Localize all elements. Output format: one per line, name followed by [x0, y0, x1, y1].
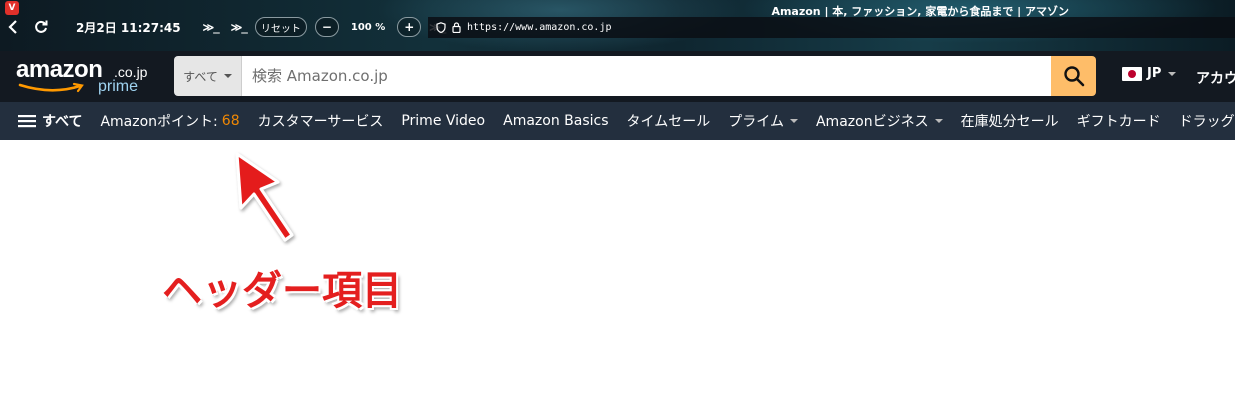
search-button[interactable] [1051, 56, 1096, 96]
nav-item-business[interactable]: Amazonビジネス [816, 111, 943, 131]
amazon-header: amazon .co.jp prime すべて JP アカウ [0, 51, 1235, 102]
language-selector[interactable]: JP [1122, 66, 1177, 81]
search-bar: すべて [174, 56, 1096, 96]
zoom-reset-button[interactable]: リセット [254, 17, 307, 37]
chevron-down-icon [1168, 71, 1177, 76]
nav-item-clearance[interactable]: 在庫処分セール [961, 111, 1059, 131]
back-icon[interactable] [2, 16, 24, 38]
command-chain-icon-2[interactable]: ≫_ [231, 21, 248, 34]
nav-item-gift-card[interactable]: ギフトカード [1077, 111, 1161, 131]
clock-text: 2月2日 11:27:45 [76, 20, 181, 35]
nav-business-label: Amazonビジネス [815, 114, 929, 130]
nav-item-drugstore[interactable]: ドラッグス [1179, 111, 1235, 131]
command-chain-icon[interactable]: ≫_ [203, 21, 220, 34]
zoom-out-button[interactable]: − [314, 17, 339, 37]
account-menu[interactable]: アカウ [1196, 68, 1235, 88]
nav-item-amazon-basics[interactable]: Amazon Basics [503, 113, 608, 129]
nav-item-time-sale[interactable]: タイムセール [627, 111, 711, 131]
search-category-select[interactable]: すべて [174, 56, 242, 96]
japan-flag-icon [1122, 66, 1142, 81]
nav-prime-label: プライム [728, 114, 784, 130]
logo-word: amazon [16, 56, 103, 83]
amazon-prime-logo[interactable]: amazon .co.jp prime [16, 56, 156, 98]
annotation-arrow-icon [235, 152, 294, 242]
search-input[interactable] [242, 56, 1051, 96]
nav-points-label: Amazonポイント: [100, 114, 218, 130]
nav-points-value: 68 [221, 113, 240, 129]
amazon-smile-icon [18, 82, 84, 93]
zoom-in-button[interactable]: + [397, 17, 422, 37]
chevron-down-icon [789, 119, 798, 123]
annotation-label: ヘッダー項目 [162, 268, 402, 314]
vivaldi-logo-icon[interactable]: V [5, 1, 19, 15]
address-text: https://www.amazon.co.jp [467, 22, 612, 33]
amazon-nav-bar: すべて Amazonポイント: 68 カスタマーサービス Prime Video… [0, 102, 1235, 140]
language-label: JP [1147, 66, 1162, 81]
reload-icon[interactable] [30, 16, 52, 38]
nav-all-label: すべて [42, 114, 83, 130]
logo-prime: prime [98, 78, 139, 95]
lock-icon [452, 18, 461, 37]
browser-toolbar: V Amazon | 本, ファッション, 家電から食品まで | アマゾン 2月… [0, 0, 1235, 51]
hamburger-icon [18, 115, 36, 128]
nav-all-menu[interactable]: すべて [18, 111, 82, 131]
zoom-level: 100 % [350, 21, 386, 33]
nav-item-prime[interactable]: プライム [728, 111, 798, 131]
search-category-label: すべて [183, 69, 218, 84]
shield-icon[interactable] [436, 18, 446, 37]
nav-item-points[interactable]: Amazonポイント: 68 [100, 111, 239, 131]
chevron-down-icon [934, 119, 943, 123]
nav-item-prime-video[interactable]: Prime Video [401, 113, 485, 129]
search-icon [1063, 66, 1084, 87]
address-bar[interactable]: https://www.amazon.co.jp [428, 17, 1235, 38]
nav-item-customer-service[interactable]: カスタマーサービス [258, 111, 384, 131]
chevron-down-icon [223, 74, 232, 78]
